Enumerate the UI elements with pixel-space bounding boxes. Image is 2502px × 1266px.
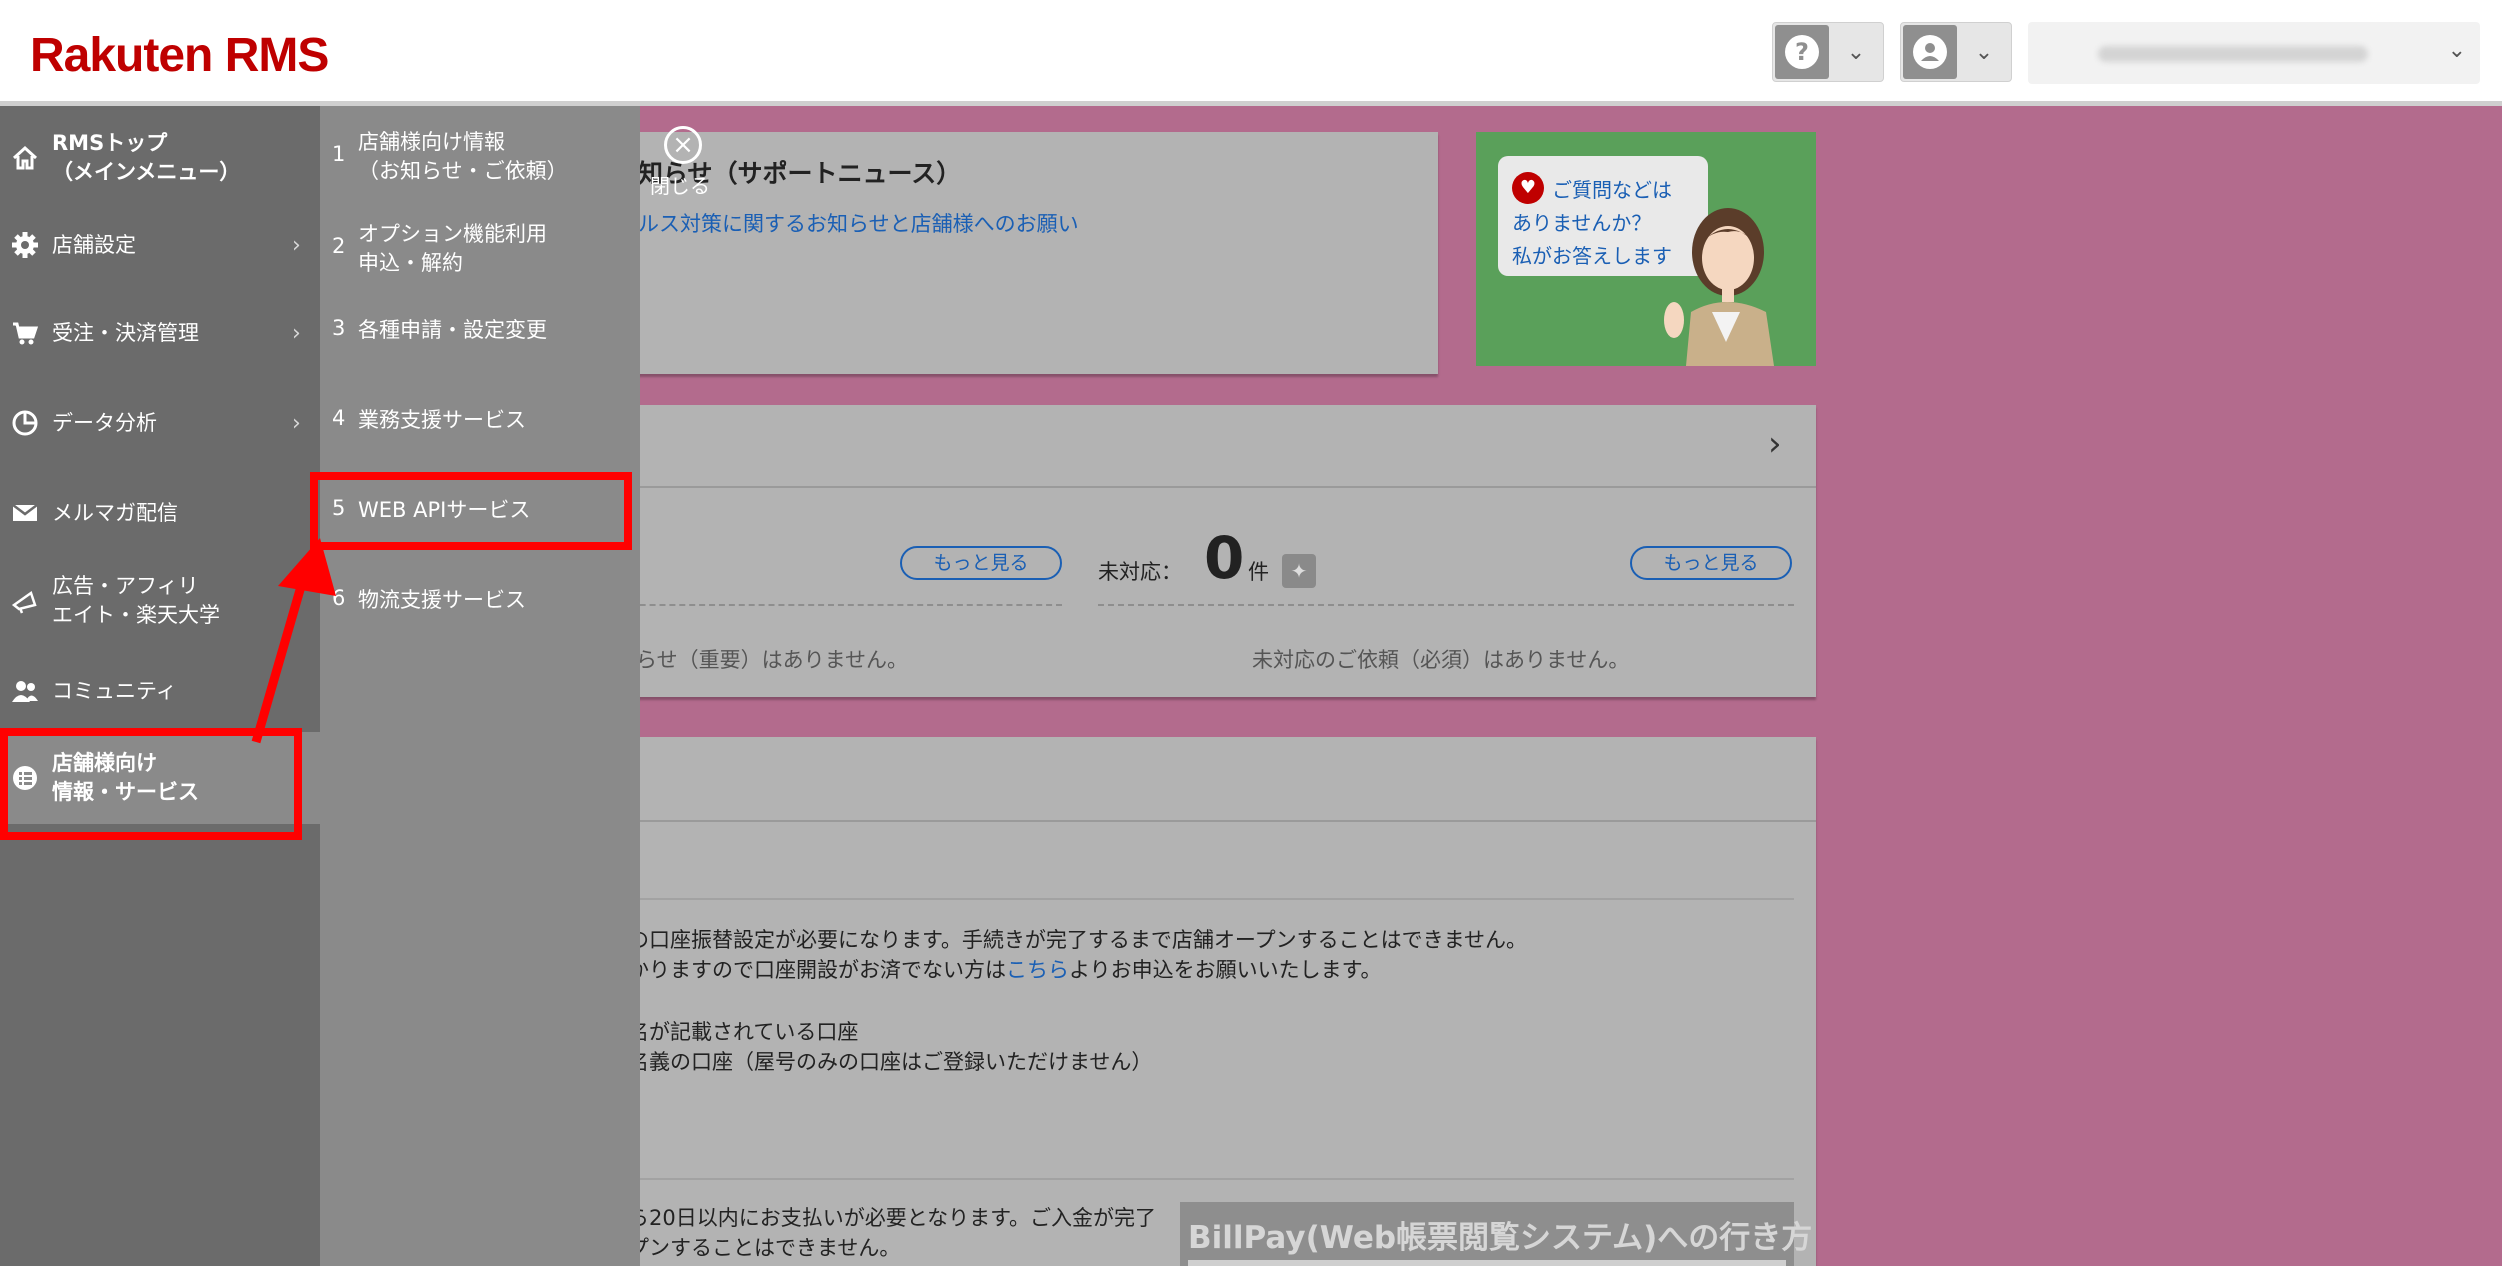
sidebar-item-label: メルマガ配信 [52, 500, 178, 525]
body-text-line: プンすることはできません。 [628, 1236, 901, 1260]
submenu-item-store-info[interactable]: 1 店舗様向け情報 （お知らせ・ご依頼） [320, 120, 640, 200]
app-header: Rakuten RMS ? ⌄ ⌄ ⌄ [0, 0, 2502, 106]
billpay-banner[interactable]: BillPay(Web帳票閲覧システム)への行き方 [1180, 1202, 1812, 1266]
sidebar-item-label: データ分析 [52, 410, 157, 435]
divider [600, 820, 1816, 822]
divider [600, 898, 1794, 900]
chevron-down-icon: ⌄ [2447, 38, 2466, 63]
apply-link[interactable]: こちら [1006, 958, 1069, 982]
sidebar-item-store-settings[interactable]: 店舗設定 › [0, 212, 320, 278]
services-submenu: 1 店舗様向け情報 （お知らせ・ご依頼） 2 オプション機能利用 申込・解約 3… [320, 106, 640, 1266]
pending-unit: 件 [1248, 560, 1269, 584]
sidebar-item-label: 店舗設定 [52, 232, 136, 257]
news-link[interactable]: ルス対策に関するお知らせと店舗様へのお願い [638, 208, 1079, 238]
sidebar-item-rms-top[interactable]: RMSトップ （メインメニュー） [0, 114, 320, 202]
body-text-line: の口座振替設定が必要になります。手続きが完了するまで店舗オープンすることはできま… [628, 928, 1528, 952]
submenu-item-label: オプション機能利用 申込・解約 [358, 222, 547, 275]
gear-icon [10, 230, 40, 260]
close-icon[interactable]: × [664, 126, 702, 164]
chevron-right-icon: › [292, 320, 301, 346]
submenu-item-label: 物流支援サービス [358, 588, 526, 612]
pie-chart-icon [10, 408, 40, 438]
divider [600, 604, 1062, 606]
no-pending-request: 未対応のご依頼（必須）はありません。 [1252, 648, 1630, 672]
submenu-item-options[interactable]: 2 オプション機能利用 申込・解約 [320, 212, 640, 292]
cart-icon [10, 318, 40, 348]
assistant-illustration [1664, 208, 1774, 366]
blurred-shop-name [2098, 46, 2368, 62]
submenu-item-logistics[interactable]: 6 物流支援サービス [320, 576, 640, 636]
billpay-title: BillPay(Web帳票閲覧システム)への行き方 [1188, 1220, 1813, 1256]
submenu-item-label: 業務支援サービス [358, 408, 526, 432]
help-assistant-banner[interactable]: ♥ ご質問などは ありませんか？ 私がお答えします [1476, 132, 1816, 366]
divider [1098, 604, 1794, 606]
close-label[interactable]: 閉じる [650, 170, 710, 199]
sidebar-item-orders[interactable]: 受注・決済管理 › [0, 300, 320, 366]
megaphone-icon [10, 586, 40, 616]
body-text-line: ら20日以内にお支払いが必要となります。ご入金が完了 [628, 1206, 1156, 1230]
chevron-right-icon: › [292, 410, 301, 436]
sidebar-item-label: コミュニティ [52, 678, 177, 703]
more-button-notices[interactable]: もっと見る [900, 546, 1062, 580]
chevron-down-icon: ⌄ [1974, 39, 1994, 65]
submenu-item-business-support[interactable]: 4 業務支援サービス [320, 396, 640, 456]
shop-account-selector[interactable]: ⌄ [2028, 22, 2480, 84]
submenu-item-label: 各種申請・設定変更 [358, 318, 547, 342]
mail-icon [10, 498, 40, 528]
body-text-line: 名義の口座（屋号のみの口座はご登録いただけません） [628, 1050, 1153, 1074]
user-icon [1903, 25, 1957, 79]
lightbulb-icon[interactable]: ✦ [1282, 554, 1316, 588]
no-important-notice: らせ（重要）はありません。 [636, 648, 908, 672]
chevron-down-icon: ⌄ [1846, 39, 1866, 65]
users-icon [10, 676, 40, 706]
divider [600, 1178, 1794, 1180]
help-icon: ? [1775, 25, 1829, 79]
pending-label: 未対応： [1098, 560, 1182, 584]
chevron-right-icon: › [292, 232, 301, 258]
red-arrow-annotation [251, 538, 336, 744]
sidebar-item-label: RMSトップ （メインメニュー） [52, 131, 241, 184]
rakuten-rms-logo[interactable]: Rakuten RMS [30, 28, 329, 83]
account-info-card [600, 737, 1816, 1266]
sidebar-item-label: 受注・決済管理 [52, 320, 199, 345]
submenu-item-label: 店舗様向け情報 （お知らせ・ご依頼） [358, 130, 568, 183]
pending-count: 0 [1204, 524, 1245, 592]
home-icon [10, 143, 40, 173]
submenu-item-applications[interactable]: 3 各種申請・設定変更 [320, 306, 640, 366]
user-menu-button[interactable]: ⌄ [1900, 22, 2012, 82]
body-text-line: 名が記載されている口座 [628, 1020, 859, 1044]
sidebar-item-data-analysis[interactable]: データ分析 › [0, 390, 320, 456]
divider [600, 486, 1816, 488]
chevron-right-icon[interactable]: › [1768, 424, 1782, 464]
more-button-requests[interactable]: もっと見る [1630, 546, 1792, 580]
help-menu-button[interactable]: ? ⌄ [1772, 22, 1884, 82]
highlight-web-api [310, 472, 632, 550]
body-text-line: かりますので口座開設がお済でない方はこちらよりお申込をお願いいたします。 [628, 958, 1382, 982]
sidebar-item-label: 広告・アフィリ エイト・楽天大学 [52, 574, 220, 627]
